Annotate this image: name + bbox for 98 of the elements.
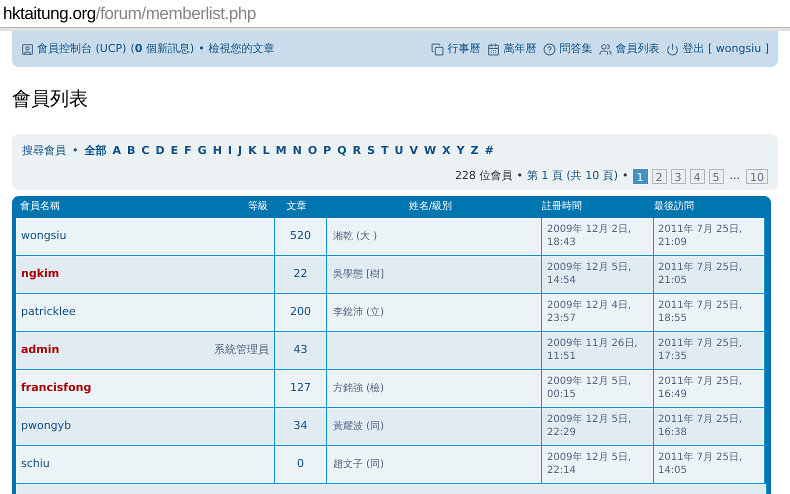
letter-link[interactable]: X [442,142,451,159]
letter-link[interactable]: E [170,142,178,159]
separator-dot: • [198,40,205,57]
member-name-link[interactable]: ngkim [21,266,60,282]
column-header[interactable]: 等級 [209,199,270,214]
table-cell: 2011年 7月 25日, 16:49 [654,370,765,408]
table-cell: 520 [275,218,327,256]
letter-link[interactable]: L [262,142,270,159]
member-name-link[interactable]: admin [21,342,60,358]
table-cell: 2009年 11月 26日, 11:51 [542,332,654,370]
letter-link[interactable]: J [238,142,242,159]
table-cell: 趙文子 (同) [327,446,542,484]
letter-link[interactable]: D [155,142,165,159]
table-cell: 2011年 7月 25日, 14:05 [654,446,765,484]
letter-link[interactable]: G [198,142,207,159]
letter-link[interactable]: Z [470,142,479,159]
letter-link[interactable]: K [248,142,257,159]
letter-link[interactable]: T [381,142,389,159]
page-title: 會員列表 [12,87,89,112]
users-icon [599,42,612,56]
table-cell: 2009年 12月 5日, 22:14 [542,446,654,484]
table-cell: 22 [275,256,327,294]
page-button[interactable]: 5 [708,168,724,184]
nav-link[interactable]: 會員列表 [615,40,660,58]
separator-dot: • [516,168,523,184]
column-header[interactable]: 文章 [270,199,323,214]
table-cell: 2009年 12月 5日, 00:15 [542,370,654,408]
table-cell: 34 [275,408,327,446]
table-cell: 2009年 12月 2日, 18:43 [542,218,654,256]
table-cell: 2011年 7月 25日, 18:55 [654,294,765,332]
letter-link[interactable]: Y [456,142,465,159]
letter-link[interactable]: H [212,142,222,159]
nav-link[interactable]: 行事曆 [447,40,480,58]
letter-link[interactable]: O [308,142,318,159]
nav-link[interactable]: 會員控制台 (UCP) [37,40,126,58]
user-icon [21,42,34,56]
table-cell: 43 [275,332,327,370]
column-header[interactable]: 姓名/級別 [323,199,538,214]
table-cell: 200 [275,294,327,332]
page-info-link[interactable]: 第 1 頁 (共 10 頁) [526,168,618,184]
letter-link[interactable]: 全部 [84,142,106,159]
letter-link[interactable]: F [184,142,192,159]
table-cell: 吳學態 [樹] [327,256,542,294]
page-button[interactable]: 10 [746,168,768,184]
page-button[interactable]: 4 [690,168,704,184]
table-cell: 黃耀波 (同) [327,408,542,446]
letter-link[interactable]: S [367,142,376,159]
pages-icon [431,42,444,56]
letter-link[interactable]: B [127,142,136,159]
column-header[interactable]: 註冊時間 [538,199,650,214]
table-cell: 127 [275,370,327,408]
table-cell: 2011年 7月 25日, 16:38 [654,408,765,446]
calendar-icon [487,42,500,56]
column-header[interactable]: 會員名稱 [16,199,209,214]
nav-link[interactable]: 問答集 [559,40,592,58]
page-ellipsis: ... [728,168,741,184]
table-cell: 2009年 12月 5日, 14:54 [542,256,654,294]
member-count: 228 位會員 [454,168,512,184]
letter-link[interactable]: A [112,142,122,159]
page-button[interactable]: 2 [652,168,666,184]
member-name-link[interactable]: pwongyb [21,418,72,434]
separator-dot: • [622,168,628,184]
table-cell: 0 [275,446,327,484]
table-cell: 李銳沛 (立) [327,294,542,332]
rank-text: 系統管理員 [214,342,269,358]
page-button[interactable]: 3 [670,168,686,184]
table-cell: 2011年 7月 25日, 17:35 [654,332,765,370]
separator-dot: • [72,142,78,158]
power-icon [666,42,680,56]
nav-link[interactable]: 萬年曆 [503,40,536,58]
filter-label: 搜尋會員 [22,142,66,158]
letter-link[interactable]: W [424,142,436,159]
member-name-link[interactable]: francisfong [21,380,92,396]
nav-link[interactable]: 檢視您的文章 [208,40,275,58]
letter-link[interactable]: # [484,142,494,159]
member-name-link[interactable]: wongsiu [21,228,66,244]
table-cell: 2011年 7月 25日, 21:09 [654,218,765,256]
table-cell: 方銘強 (檢) [327,370,542,408]
table-cell: 湘乾 (大 ) [327,218,542,256]
member-name-link[interactable]: patricklee [21,304,76,320]
table-cell: 2009年 12月 4日, 23:57 [542,294,654,332]
letter-link[interactable]: M [276,142,287,159]
letter-link[interactable]: R [352,142,362,159]
letter-link[interactable]: Q [337,142,347,159]
letter-link[interactable]: P [323,142,332,159]
nav-link[interactable]: 登出 [ wongsiu ] [682,40,769,58]
table-cell: 2009年 12月 5日, 22:29 [542,408,654,446]
letter-link[interactable]: C [141,142,150,159]
help-icon [543,42,556,56]
member-name-link[interactable]: schiu [21,456,50,472]
letter-link[interactable]: N [292,142,302,159]
url-text: hktaitung.org/forum/memberlist.php [3,2,256,25]
letter-link[interactable]: U [394,142,404,159]
letter-link[interactable]: I [228,142,232,159]
column-header[interactable]: 最後訪問 [650,199,758,214]
nav-link[interactable]: (0 個新訊息) [130,40,194,58]
letter-link[interactable]: V [409,142,418,159]
table-cell: 2011年 7月 25日, 21:05 [654,256,765,294]
